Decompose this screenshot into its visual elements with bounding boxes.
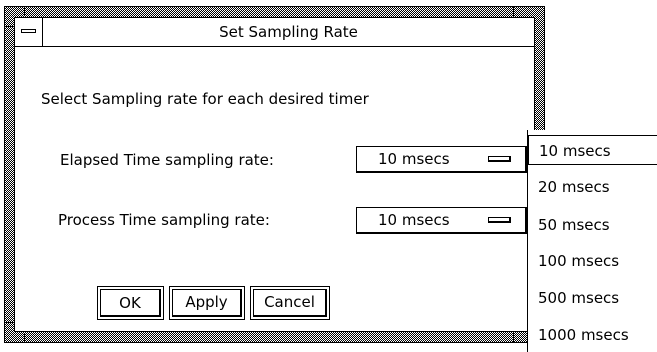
- elapsed-rate-option-menu[interactable]: 10 msecs: [356, 146, 527, 173]
- dialog-window: Set Sampling Rate Select Sampling rate f…: [4, 6, 545, 343]
- ok-button[interactable]: OK: [97, 286, 164, 320]
- cancel-button-label: Cancel: [253, 289, 327, 317]
- frame-resize-corner[interactable]: [5, 26, 14, 27]
- popup-option-20-msecs[interactable]: 20 msecs: [528, 172, 657, 202]
- title-bar[interactable]: Set Sampling Rate: [15, 18, 534, 47]
- frame-resize-corner[interactable]: [24, 7, 25, 16]
- window-title: Set Sampling Rate: [219, 23, 358, 41]
- window-menu-button[interactable]: [15, 18, 43, 46]
- popup-option-50-msecs[interactable]: 50 msecs: [528, 210, 657, 240]
- instruction-text: Select Sampling rate for each desired ti…: [41, 90, 369, 108]
- cancel-button[interactable]: Cancel: [250, 286, 330, 320]
- ok-button-label: OK: [100, 289, 161, 317]
- process-rate-value: 10 msecs: [378, 211, 450, 229]
- elapsed-rate-label: Elapsed Time sampling rate:: [60, 151, 274, 169]
- frame-resize-corner[interactable]: [513, 7, 514, 16]
- process-rate-option-menu[interactable]: 10 msecs: [356, 207, 527, 234]
- frame-resize-corner[interactable]: [5, 322, 14, 323]
- process-rate-label: Process Time sampling rate:: [58, 211, 270, 229]
- elapsed-rate-value: 10 msecs: [378, 150, 450, 168]
- dialog-body: Set Sampling Rate Select Sampling rate f…: [14, 17, 535, 332]
- frame-resize-corner[interactable]: [24, 333, 25, 342]
- rate-option-popup: 10 msecs 20 msecs 50 msecs 100 msecs 500…: [527, 130, 657, 352]
- option-menu-indicator-icon: [488, 156, 511, 162]
- option-menu-indicator-icon: [488, 217, 511, 223]
- window-menu-icon: [21, 29, 36, 33]
- frame-resize-corner[interactable]: [513, 333, 514, 342]
- popup-option-500-msecs[interactable]: 500 msecs: [528, 283, 657, 313]
- apply-button-label: Apply: [172, 289, 242, 317]
- popup-option-10-msecs[interactable]: 10 msecs: [528, 135, 657, 165]
- apply-button[interactable]: Apply: [169, 286, 245, 320]
- popup-option-100-msecs[interactable]: 100 msecs: [528, 246, 657, 276]
- popup-option-1000-msecs[interactable]: 1000 msecs: [528, 320, 657, 350]
